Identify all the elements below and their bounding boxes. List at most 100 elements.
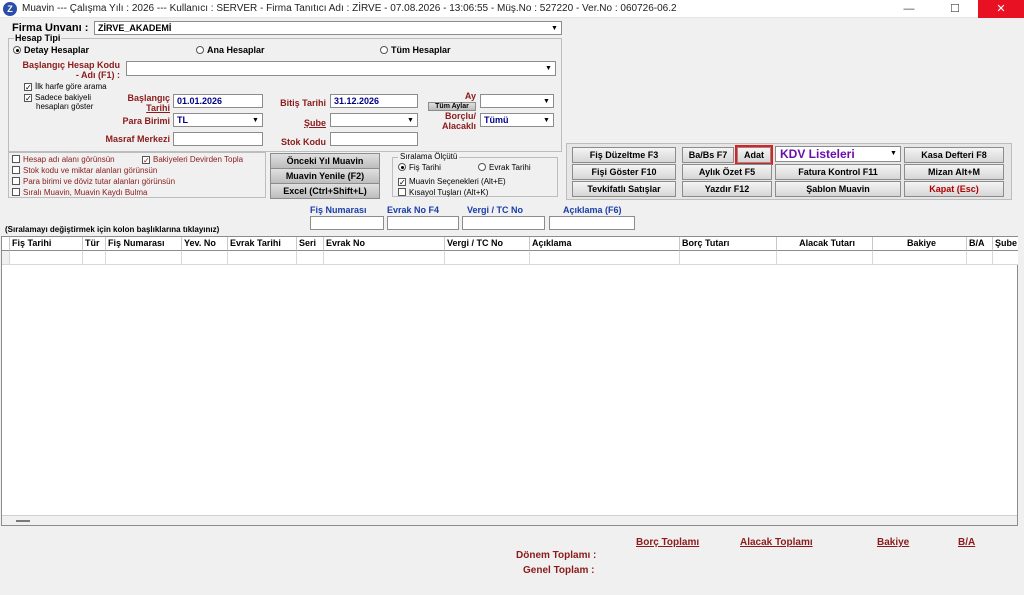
- radio-on-icon[interactable]: [13, 46, 21, 54]
- ay-combo[interactable]: ▼: [480, 94, 554, 108]
- column-header[interactable]: Evrak No: [324, 237, 445, 251]
- grid-cell[interactable]: [83, 251, 106, 265]
- fatura-kontrol-button[interactable]: Fatura Kontrol F11: [775, 164, 901, 180]
- bakiyeleri-devirden-check[interactable]: ✓ Bakiyeleri Devirden Topla: [142, 155, 243, 165]
- grid-cell[interactable]: [873, 251, 967, 265]
- radio-off-icon[interactable]: [196, 46, 204, 54]
- column-header[interactable]: Tür: [83, 237, 106, 251]
- aylik-ozet-button[interactable]: Aylık Özet F5: [682, 164, 772, 180]
- radio-on-icon[interactable]: [398, 163, 406, 171]
- ba-toplam-label[interactable]: B/A: [958, 537, 975, 548]
- checkbox-icon[interactable]: [12, 166, 20, 174]
- fis-numarasi-search-input[interactable]: [310, 216, 384, 230]
- column-header[interactable]: Borç Tutarı: [680, 237, 777, 251]
- horizontal-scrollbar[interactable]: [2, 515, 1017, 525]
- grid-cell[interactable]: [182, 251, 228, 265]
- maximize-button[interactable]: ☐: [932, 0, 978, 18]
- radio-evrak-tarihi[interactable]: Evrak Tarihi: [478, 163, 531, 172]
- excel-button[interactable]: Excel (Ctrl+Shift+L): [270, 183, 380, 199]
- column-header[interactable]: Fiş Tarihi: [10, 237, 83, 251]
- checkbox-checked-icon[interactable]: ✓: [24, 94, 32, 103]
- chevron-down-icon[interactable]: ▼: [888, 148, 899, 160]
- column-header[interactable]: Seri: [297, 237, 324, 251]
- column-header[interactable]: Bakiye: [873, 237, 967, 251]
- fisi-goster-button[interactable]: Fişi Göster F10: [572, 164, 676, 180]
- tum-aylar-button[interactable]: Tüm Aylar: [428, 102, 476, 111]
- radio-tum-hesaplar[interactable]: Tüm Hesaplar: [380, 45, 451, 55]
- grid-cell[interactable]: [106, 251, 182, 265]
- radio-detay-hesaplar[interactable]: Detay Hesaplar: [13, 45, 89, 55]
- borc-toplami-label[interactable]: Borç Toplamı: [636, 537, 699, 548]
- baslangic-tarihi-input[interactable]: 01.01.2026: [173, 94, 263, 108]
- chevron-down-icon[interactable]: ▼: [250, 115, 261, 125]
- baslangic-hesap-combo[interactable]: ▼: [126, 61, 556, 76]
- masraf-merkezi-input[interactable]: [173, 132, 263, 146]
- onceki-yil-muavin-button[interactable]: Önceki Yıl Muavin: [270, 153, 380, 169]
- yazdir-button[interactable]: Yazdır F12: [682, 181, 772, 197]
- minimize-button[interactable]: —: [886, 0, 932, 18]
- vergi-tc-search-input[interactable]: [462, 216, 545, 230]
- kdv-listeleri-combo[interactable]: KDV Listeleri ▼: [775, 146, 901, 162]
- chevron-down-icon[interactable]: ▼: [549, 23, 560, 33]
- muavin-secenekleri-check[interactable]: ✓ Muavin Seçenekleri (Alt+E): [398, 177, 506, 187]
- column-header[interactable]: B/A: [967, 237, 993, 251]
- checkbox-checked-icon[interactable]: ✓: [398, 178, 406, 187]
- column-header[interactable]: Evrak Tarihi: [228, 237, 297, 251]
- evrak-no-search-input[interactable]: [387, 216, 459, 230]
- kisayol-tuslari-check[interactable]: Kısayol Tuşları (Alt+K): [398, 188, 488, 197]
- checkbox-icon[interactable]: [398, 188, 406, 196]
- muavin-yenile-button[interactable]: Muavin Yenile (F2): [270, 168, 380, 184]
- sube-combo[interactable]: ▼: [330, 113, 418, 127]
- chevron-down-icon[interactable]: ▼: [543, 63, 554, 74]
- column-header[interactable]: Açıklama: [530, 237, 680, 251]
- grid-cell[interactable]: [993, 251, 1018, 265]
- radio-off-icon[interactable]: [380, 46, 388, 54]
- para-birimi-combo[interactable]: TL ▼: [173, 113, 263, 127]
- checkbox-checked-icon[interactable]: ✓: [24, 83, 32, 92]
- bakiye-toplam-label[interactable]: Bakiye: [877, 537, 909, 548]
- sirali-muavin-check[interactable]: Sıralı Muavin, Muavin Kaydı Bulma: [12, 188, 148, 197]
- checkbox-icon[interactable]: [12, 177, 20, 185]
- para-birimi-check[interactable]: Para birimi ve döviz tutar alanları görü…: [12, 177, 175, 186]
- stok-kodu-input[interactable]: [330, 132, 418, 146]
- column-header[interactable]: Yev. No: [182, 237, 228, 251]
- chevron-down-icon[interactable]: ▼: [405, 115, 416, 125]
- radio-ana-hesaplar[interactable]: Ana Hesaplar: [196, 45, 265, 55]
- stok-kodu-check[interactable]: Stok kodu ve miktar alanları görünsün: [12, 166, 157, 175]
- grid-cell[interactable]: [228, 251, 297, 265]
- alacak-toplami-label[interactable]: Alacak Toplamı: [740, 537, 813, 548]
- borclu-combo[interactable]: Tümü ▼: [480, 113, 554, 127]
- babs-button[interactable]: Ba/Bs F7: [682, 147, 734, 163]
- sadece-bakiyeli-check[interactable]: ✓ Sadece bakiyeli: [24, 93, 91, 103]
- kapat-button[interactable]: Kapat (Esc): [904, 181, 1004, 197]
- mizan-button[interactable]: Mizan Alt+M: [904, 164, 1004, 180]
- row-selector[interactable]: [2, 251, 10, 265]
- muavin-grid[interactable]: Fiş Tarihi Tür Fiş Numarası Yev. No Evra…: [1, 236, 1018, 526]
- scrollbar-thumb[interactable]: [16, 520, 30, 522]
- checkbox-icon[interactable]: [12, 188, 20, 196]
- grid-cell[interactable]: [297, 251, 324, 265]
- grid-cell[interactable]: [530, 251, 680, 265]
- column-header[interactable]: Şube: [993, 237, 1018, 251]
- adat-button[interactable]: Adat: [735, 145, 773, 165]
- hesap-adi-check[interactable]: Hesap adı alanı görünsün: [12, 155, 115, 164]
- grid-cell[interactable]: [967, 251, 993, 265]
- radio-off-icon[interactable]: [478, 163, 486, 171]
- column-header[interactable]: Alacak Tutarı: [777, 237, 873, 251]
- grid-cell[interactable]: [10, 251, 83, 265]
- grid-cell[interactable]: [445, 251, 530, 265]
- sablon-muavin-button[interactable]: Şablon Muavin: [775, 181, 901, 197]
- bitis-tarihi-input[interactable]: 31.12.2026: [330, 94, 418, 108]
- chevron-down-icon[interactable]: ▼: [541, 115, 552, 125]
- column-header[interactable]: Fiş Numarası: [106, 237, 182, 251]
- aciklama-search-input[interactable]: [549, 216, 635, 230]
- close-button[interactable]: ✕: [978, 0, 1024, 18]
- ilk-harfe-gore-check[interactable]: ✓ İlk harfe göre arama: [24, 82, 107, 92]
- grid-cell[interactable]: [680, 251, 777, 265]
- fis-duzeltme-button[interactable]: Fiş Düzeltme F3: [572, 147, 676, 163]
- chevron-down-icon[interactable]: ▼: [541, 96, 552, 106]
- column-header[interactable]: Vergi / TC No: [445, 237, 530, 251]
- firma-combo[interactable]: ZİRVE_AKADEMİ ▼: [94, 21, 562, 35]
- tevkifatli-satislar-button[interactable]: Tevkifatlı Satışlar: [572, 181, 676, 197]
- radio-fis-tarihi[interactable]: Fiş Tarihi: [398, 163, 441, 172]
